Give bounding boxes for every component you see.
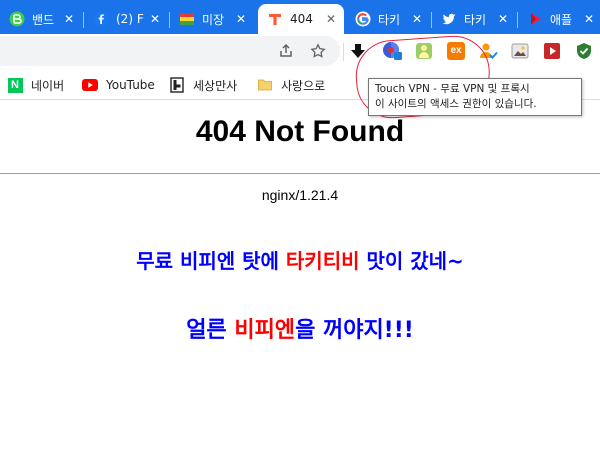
bookmark-label: YouTube: [106, 78, 155, 92]
close-icon[interactable]: ✕: [584, 12, 594, 26]
message-text: 무료 비피엔 탓에: [136, 249, 286, 273]
tab-title: 애플: [550, 12, 573, 27]
bookmark-folder[interactable]: 사랑으로: [257, 76, 325, 94]
t-icon: [267, 11, 283, 27]
tab-title: 미장: [202, 12, 225, 27]
tab-google[interactable]: 타키 ✕: [346, 4, 430, 34]
facebook-icon: [93, 11, 109, 27]
message-line-1: 무료 비피엔 탓에 타키티비 맛이 갔네~: [0, 245, 600, 274]
shield-check-icon[interactable]: [574, 41, 594, 61]
bookmark-label: 네이버: [31, 78, 65, 93]
bookmark-label: 사랑으로: [281, 78, 326, 93]
folder-icon: [257, 77, 273, 93]
tab-title: 타키: [464, 12, 487, 27]
person-check-icon[interactable]: [478, 41, 498, 61]
youtube-icon: [82, 77, 98, 93]
video-play-icon[interactable]: [542, 41, 562, 61]
bookmark-label: 세상만사: [193, 78, 238, 93]
play-icon: [527, 11, 543, 27]
band-icon: [9, 11, 25, 27]
image-icon[interactable]: [510, 41, 530, 61]
toolbar-separator: [343, 43, 344, 61]
ex-icon[interactable]: ex: [446, 41, 466, 61]
tab-title: (2) F: [116, 12, 144, 26]
naver-letter: N: [7, 77, 23, 93]
message-highlight: 타키티비: [285, 249, 360, 273]
tistory-icon: [169, 77, 185, 93]
tooltip-line-1: Touch VPN - 무료 VPN 및 프록시: [375, 83, 530, 95]
extension-tooltip: Touch VPN - 무료 VPN 및 프록시 이 사이트의 액세스 권한이 …: [368, 78, 582, 116]
tooltip-line-2: 이 사이트의 액세스 권한이 있습니다.: [375, 98, 537, 110]
server-version: nginx/1.21.4: [261, 187, 339, 203]
share-icon[interactable]: [278, 43, 294, 59]
message-text: 맛이 갔네~: [359, 249, 464, 273]
message-line-2: 얼른 비피엔을 꺼야지!!!: [0, 312, 600, 344]
close-icon[interactable]: ✕: [412, 12, 422, 26]
google-icon: [355, 11, 371, 27]
tab-title: 404: [290, 12, 313, 26]
tab-title: 타키: [378, 12, 401, 27]
bookmark-youtube[interactable]: YouTube: [82, 76, 155, 94]
close-icon[interactable]: ✕: [498, 12, 508, 26]
page-title: 404 Not Found: [195, 115, 405, 148]
page-content: 404 Not Found nginx/1.21.4 무료 비피엔 탓에 타키티…: [0, 101, 600, 450]
tab-facebook[interactable]: (2) F ✕: [84, 4, 168, 34]
tab-band[interactable]: 밴드 ✕: [0, 4, 82, 34]
twitter-icon: [441, 11, 457, 27]
close-icon[interactable]: ✕: [64, 12, 74, 26]
bookmark-naver[interactable]: N 네이버: [7, 76, 64, 94]
close-icon[interactable]: ✕: [236, 12, 246, 26]
tab-play[interactable]: 애플 ✕: [518, 4, 600, 34]
tab-twitter[interactable]: 타키 ✕: [432, 4, 516, 34]
flag-icon: [179, 11, 195, 27]
bookmark-tistory[interactable]: 세상만사: [169, 76, 237, 94]
tab-title: 밴드: [32, 12, 55, 27]
close-icon[interactable]: ✕: [326, 12, 336, 26]
download-arrow-icon[interactable]: [348, 41, 368, 61]
green-person-icon[interactable]: [414, 41, 434, 61]
message-text: 얼른: [186, 318, 235, 343]
ex-label: ex: [447, 42, 465, 60]
tab-404[interactable]: 404 ✕: [258, 4, 344, 34]
divider: [0, 173, 600, 174]
message-text: 을 꺼야지!!!: [295, 318, 414, 343]
naver-icon: N: [7, 77, 23, 93]
touch-vpn-icon[interactable]: [382, 41, 402, 61]
close-icon[interactable]: ✕: [150, 12, 160, 26]
bookmark-star-icon[interactable]: [310, 43, 326, 59]
message-highlight: 비피엔: [234, 318, 296, 343]
tab-flag[interactable]: 미장 ✕: [170, 4, 254, 34]
tab-strip: 밴드 ✕ (2) F ✕ 미장 ✕ 404 ✕ 타키 ✕ 타키 ✕ 애플 ✕: [0, 0, 600, 34]
